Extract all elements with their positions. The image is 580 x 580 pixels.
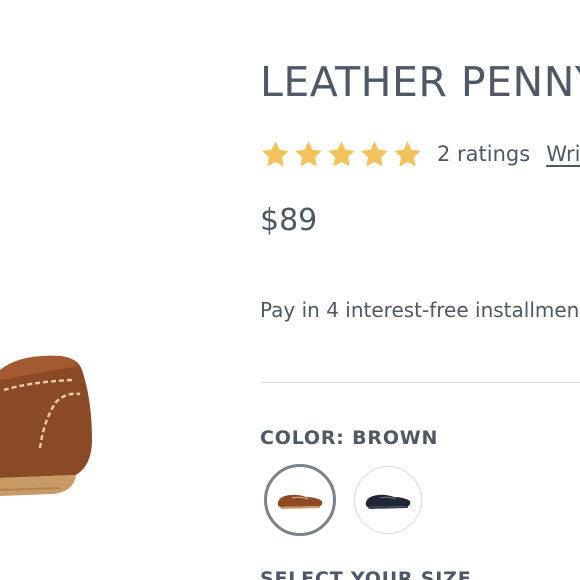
write-review-link[interactable]: Write bbox=[546, 142, 580, 166]
rating-row: 2 ratings Write bbox=[260, 136, 580, 172]
installments-text: Pay in 4 interest-free installments bbox=[260, 298, 580, 322]
color-swatch-brown[interactable] bbox=[264, 464, 336, 536]
color-label: COLOR: BROWN bbox=[260, 427, 439, 449]
color-swatches bbox=[264, 464, 422, 536]
size-label: SELECT YOUR SIZE bbox=[260, 568, 472, 580]
product-page: LEATHER PENNY 2 ratings Wri $89 Pay in 4… bbox=[0, 0, 580, 580]
product-info: LEATHER PENNY 2 ratings Wri $89 Pay in 4… bbox=[260, 0, 580, 580]
star-icon bbox=[260, 139, 291, 170]
product-title: LEATHER PENNY bbox=[260, 58, 580, 106]
product-image[interactable] bbox=[0, 340, 110, 510]
brown-loafer-swatch-icon bbox=[277, 494, 323, 509]
rating-stars[interactable] bbox=[260, 139, 423, 170]
ratings-count[interactable]: 2 ratings bbox=[437, 142, 530, 166]
star-icon bbox=[392, 139, 423, 170]
navy-loafer-swatch-icon bbox=[365, 494, 411, 509]
product-price: $89 bbox=[260, 203, 318, 238]
loafer-image bbox=[0, 355, 92, 496]
color-swatch-navy[interactable] bbox=[354, 466, 422, 534]
star-icon bbox=[359, 139, 390, 170]
star-icon bbox=[293, 139, 324, 170]
divider bbox=[260, 382, 580, 383]
star-icon bbox=[326, 139, 357, 170]
